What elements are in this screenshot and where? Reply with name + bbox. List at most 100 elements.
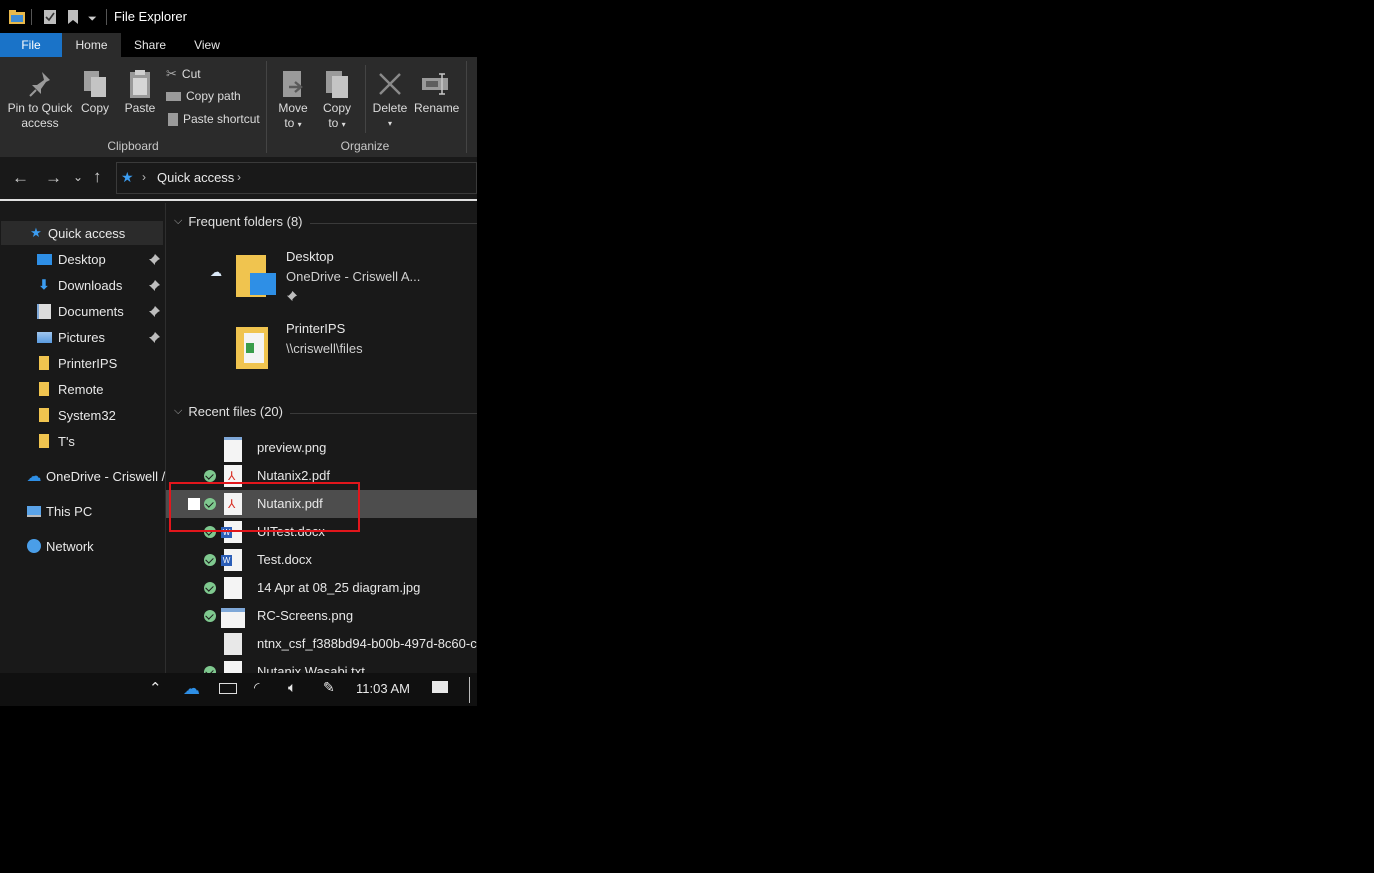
synced-check-icon (204, 554, 216, 566)
sidebar-item-downloads[interactable]: ⬇ Downloads (36, 273, 123, 297)
up-arrow-icon[interactable]: ↑ (93, 167, 102, 187)
sidebar-item-quick-access[interactable]: ★ Quick access (1, 221, 163, 245)
pin-icon[interactable] (148, 305, 160, 317)
network-wifi-icon[interactable]: ◜ (254, 679, 259, 696)
pin-icon[interactable] (148, 279, 160, 291)
cut-label: Cut (181, 67, 201, 81)
computer-icon (26, 503, 42, 519)
recent-file-row[interactable]: Nutanix Wasabi.txt (166, 658, 477, 673)
rename-label: Rename (414, 101, 460, 115)
forward-arrow-icon[interactable]: → (45, 168, 62, 188)
sidebar-item-onedrive[interactable]: ☁ OneDrive - Criswell / (26, 464, 166, 488)
pin-label-1: Pin to Quick (7, 101, 73, 115)
copy-to-label-1: Copy (322, 101, 351, 115)
pin-icon[interactable] (148, 331, 160, 343)
synced-check-icon (204, 582, 216, 594)
address-bar[interactable]: ★ › Quick access › (116, 162, 477, 194)
synced-check-icon (204, 470, 216, 482)
properties-icon[interactable] (43, 8, 57, 26)
organize-group-label: Organize (340, 139, 390, 153)
copy-icon (78, 67, 112, 101)
pin-to-quick-access-button[interactable]: Pin to Quick access (6, 67, 74, 131)
network-globe-icon (26, 538, 42, 554)
pin-icon (6, 67, 74, 101)
sidebar-item-system32[interactable]: System32 (36, 403, 116, 427)
rename-button[interactable]: Rename (414, 67, 460, 116)
sidebar-item-network[interactable]: Network (26, 534, 94, 558)
move-to-button[interactable]: Move to ▾ (274, 67, 312, 132)
sidebar-item-documents[interactable]: Documents (36, 299, 124, 323)
breadcrumb-quick-access[interactable]: Quick access (157, 170, 234, 185)
customize-qat-icon[interactable]: ⏷ (88, 10, 97, 28)
frequent-folder-desktop[interactable]: ☁ Desktop OneDrive - Criswell A... (166, 243, 477, 305)
paste-shortcut-label: Paste shortcut (183, 112, 260, 126)
copy-to-icon (318, 67, 356, 101)
folder-icon (36, 381, 52, 397)
star-icon: ★ (30, 225, 42, 240)
frequent-folder-printerips[interactable]: PrinterIPS \\criswell\files (166, 315, 477, 377)
delete-dropdown-icon[interactable]: ▾ (370, 116, 410, 131)
folder-name: PrinterIPS (286, 321, 346, 336)
sidebar-item-this-pc[interactable]: This PC (26, 499, 92, 523)
scissors-icon: ✂ (166, 66, 177, 81)
collapse-chevron-icon[interactable]: ⌵ (174, 215, 182, 228)
back-arrow-icon[interactable]: ← (12, 168, 29, 188)
sidebar-label-network: Network (46, 538, 94, 554)
battery-icon[interactable] (219, 683, 237, 694)
action-center-notification-icon[interactable] (432, 681, 448, 693)
recent-file-row[interactable]: RC-Screens.png (166, 602, 477, 630)
recent-file-row[interactable]: 14 Apr at 08_25 diagram.jpg (166, 574, 477, 602)
folder-name: Desktop (286, 249, 334, 264)
tab-file[interactable]: File (0, 33, 62, 57)
folder-icon (36, 355, 52, 371)
tab-share[interactable]: Share (121, 33, 179, 57)
folder-location: \\criswell\files (286, 341, 363, 356)
sidebar-item-printerips[interactable]: PrinterIPS (36, 351, 117, 375)
frequent-folders-header[interactable]: ⌵ Frequent folders (8) (174, 214, 303, 229)
sidebar-label: T's (58, 433, 75, 449)
volume-speaker-icon[interactable]: 🔈︎ (288, 679, 296, 696)
cut-button[interactable]: ✂ Cut (166, 66, 201, 82)
paste-button[interactable]: Paste (122, 67, 158, 116)
recent-files-label: Recent files (20) (188, 404, 283, 419)
file-name: ntnx_csf_f388bd94-b00b-497d-8c60-c (257, 636, 477, 651)
onedrive-tray-icon[interactable]: ☁ (183, 679, 200, 699)
breadcrumb-chevron-icon-2[interactable]: › (237, 170, 241, 184)
download-arrow-icon: ⬇ (38, 277, 50, 292)
ribbon-separator-2 (466, 61, 467, 153)
pin-icon[interactable] (148, 253, 160, 265)
recent-file-row[interactable]: preview.png (166, 434, 477, 462)
pinned-pin-icon (286, 289, 297, 307)
copy-path-button[interactable]: Copy path (166, 89, 241, 103)
copy-button[interactable]: Copy (78, 67, 112, 116)
breadcrumb-chevron-icon[interactable]: › (142, 170, 146, 184)
recent-locations-chevron-icon[interactable]: ⌄ (73, 170, 83, 184)
content-pane: ⌵ Frequent folders (8) ☁ Desktop OneDriv… (166, 203, 477, 673)
title-bar: ⏷ File Explorer (0, 0, 477, 33)
pen-icon[interactable]: ✎ (323, 679, 335, 696)
show-desktop-divider[interactable] (469, 677, 470, 703)
clock-time[interactable]: 11:03 AM (356, 681, 410, 696)
tab-view[interactable]: View (179, 33, 235, 57)
tab-home[interactable]: Home (62, 33, 121, 57)
sidebar-label: Pictures (58, 329, 105, 345)
new-folder-icon[interactable] (66, 8, 80, 26)
paste-shortcut-button[interactable]: Paste shortcut (168, 112, 260, 126)
sidebar-label-this-pc: This PC (46, 503, 93, 519)
sidebar-item-remote[interactable]: Remote (36, 377, 104, 401)
sidebar-item-desktop[interactable]: Desktop (36, 247, 106, 271)
file-name: RC-Screens.png (257, 608, 354, 623)
sidebar-item-ts[interactable]: T's (36, 429, 75, 453)
qat-separator (31, 9, 32, 25)
sidebar-label: Downloads (58, 277, 123, 293)
delete-button[interactable]: Delete ▾ (370, 67, 410, 131)
sidebar-label: Documents (58, 303, 124, 319)
recent-files-header[interactable]: ⌵ Recent files (20) (174, 404, 283, 419)
recent-file-row[interactable]: W Test.docx (166, 546, 477, 574)
show-hidden-icons-chevron-icon[interactable]: ⌃ (149, 679, 162, 697)
sidebar-item-pictures[interactable]: Pictures (36, 325, 105, 349)
collapse-chevron-icon[interactable]: ⌵ (174, 405, 182, 418)
file-name: Nutanix Wasabi.txt (257, 664, 365, 673)
recent-file-row[interactable]: ntnx_csf_f388bd94-b00b-497d-8c60-c (166, 630, 477, 658)
copy-to-button[interactable]: Copy to ▾ (318, 67, 356, 132)
